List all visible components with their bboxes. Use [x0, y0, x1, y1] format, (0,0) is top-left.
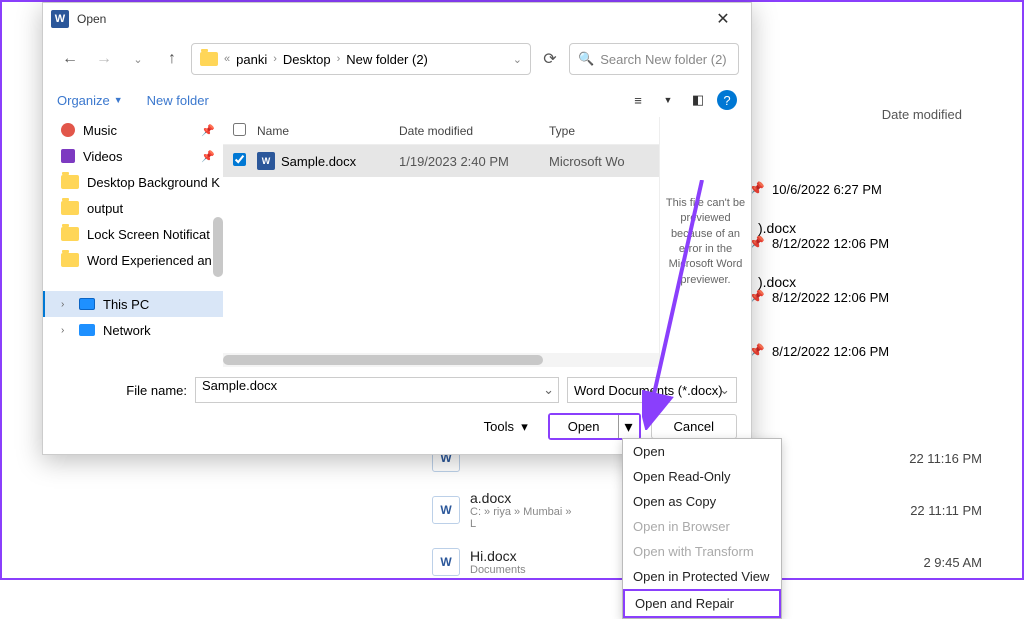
pin-icon: 📌	[201, 124, 215, 137]
breadcrumb[interactable]: « panki › Desktop › New folder (2) ⌄	[191, 43, 531, 75]
open-dialog: W Open ✕ ← → ⌄ ↑ « panki › Desktop › New…	[42, 2, 752, 455]
open-split-button[interactable]: Open ▾	[548, 413, 641, 440]
dialog-titlebar[interactable]: W Open ✕	[43, 3, 751, 35]
folder-icon	[61, 253, 79, 267]
back-icon[interactable]: ←	[55, 44, 85, 74]
bg-date: 10/6/2022 6:27 PM	[772, 182, 1002, 197]
folder-icon	[200, 52, 218, 66]
bg-date: 8/12/2022 12:06 PM	[772, 236, 1002, 251]
chevron-right-icon[interactable]: ›	[61, 325, 71, 336]
cancel-button[interactable]: Cancel	[651, 414, 737, 439]
file-type-filter[interactable]: Word Documents (*.docx)⌄	[567, 377, 737, 403]
pc-icon	[79, 298, 95, 310]
filename-label: File name:	[57, 383, 187, 398]
music-icon	[61, 123, 75, 137]
chevron-down-icon[interactable]: ⌄	[123, 44, 153, 74]
bg-column-date: Date modified	[882, 107, 962, 122]
network-icon	[79, 324, 95, 336]
help-icon[interactable]: ?	[717, 90, 737, 110]
chevron-down-icon[interactable]: ⌄	[513, 53, 522, 66]
pin-icon: 📌	[201, 150, 215, 163]
folder-icon	[61, 201, 79, 215]
chevron-down-icon[interactable]: ▼	[655, 87, 681, 113]
filename-input[interactable]: Sample.docx⌄	[195, 377, 559, 403]
select-all-checkbox[interactable]	[233, 123, 246, 136]
refresh-icon[interactable]: ⟳	[535, 44, 565, 74]
search-input[interactable]: 🔍 Search New folder (2)	[569, 43, 739, 75]
up-icon[interactable]: ↑	[157, 44, 187, 74]
menu-open-protected[interactable]: Open in Protected View	[623, 564, 781, 589]
chevron-down-icon[interactable]: ⌄	[543, 382, 554, 398]
chevron-right-icon[interactable]: ›	[61, 299, 71, 310]
view-list-icon[interactable]: ≡	[625, 87, 651, 113]
video-icon	[61, 149, 75, 163]
menu-open[interactable]: Open	[623, 439, 781, 464]
file-row[interactable]: W Sample.docx 1/19/2023 2:40 PM Microsof…	[223, 145, 659, 177]
folder-icon	[61, 227, 79, 241]
horizontal-scrollbar[interactable]	[223, 353, 659, 367]
folder-icon	[61, 175, 79, 189]
column-headers[interactable]: Name Date modified Type	[223, 117, 659, 145]
menu-open-repair[interactable]: Open and Repair	[623, 589, 781, 618]
bg-date: 8/12/2022 12:06 PM	[772, 290, 1002, 305]
folder-tree[interactable]: Music📌 Videos📌 Desktop Background K outp…	[43, 117, 223, 367]
preview-pane-icon[interactable]: ◧	[685, 87, 711, 113]
tools-button[interactable]: Tools ▾	[484, 419, 528, 435]
file-checkbox[interactable]	[233, 153, 246, 166]
scrollbar-thumb[interactable]	[223, 355, 543, 365]
word-app-icon: W	[51, 10, 69, 28]
word-file-icon: W	[257, 152, 275, 170]
chevron-down-icon[interactable]: ⌄	[719, 382, 730, 398]
scrollbar-thumb[interactable]	[213, 217, 223, 277]
open-dropdown-menu[interactable]: Open Open Read-Only Open as Copy Open in…	[622, 438, 782, 619]
menu-open-browser: Open in Browser	[623, 514, 781, 539]
bg-filename-fragment: ).docx	[758, 220, 796, 236]
forward-icon[interactable]: →	[89, 44, 119, 74]
bg-filename-fragment: ).docx	[758, 274, 796, 290]
word-file-icon: W	[432, 496, 460, 524]
organize-button[interactable]: Organize▼	[57, 93, 123, 108]
menu-open-transform: Open with Transform	[623, 539, 781, 564]
search-icon: 🔍	[578, 51, 594, 67]
dialog-title: Open	[77, 12, 703, 26]
bg-date: 8/12/2022 12:06 PM	[772, 344, 1002, 359]
sidebar-item-this-pc[interactable]: ›This PC	[43, 291, 223, 317]
open-dropdown-arrow[interactable]: ▾	[619, 415, 639, 438]
word-file-icon: W	[432, 548, 460, 576]
new-folder-button[interactable]: New folder	[147, 93, 209, 108]
preview-pane: This file can't be previewed because of …	[659, 117, 751, 367]
open-button[interactable]: Open	[550, 415, 619, 438]
close-icon[interactable]: ✕	[703, 9, 743, 29]
sidebar-item-network[interactable]: ›Network	[43, 317, 223, 343]
menu-open-readonly[interactable]: Open Read-Only	[623, 464, 781, 489]
bg-file-list: 📌10/6/2022 6:27 PM 📌8/12/2022 12:06 PM 📌…	[742, 162, 1002, 378]
menu-open-copy[interactable]: Open as Copy	[623, 489, 781, 514]
